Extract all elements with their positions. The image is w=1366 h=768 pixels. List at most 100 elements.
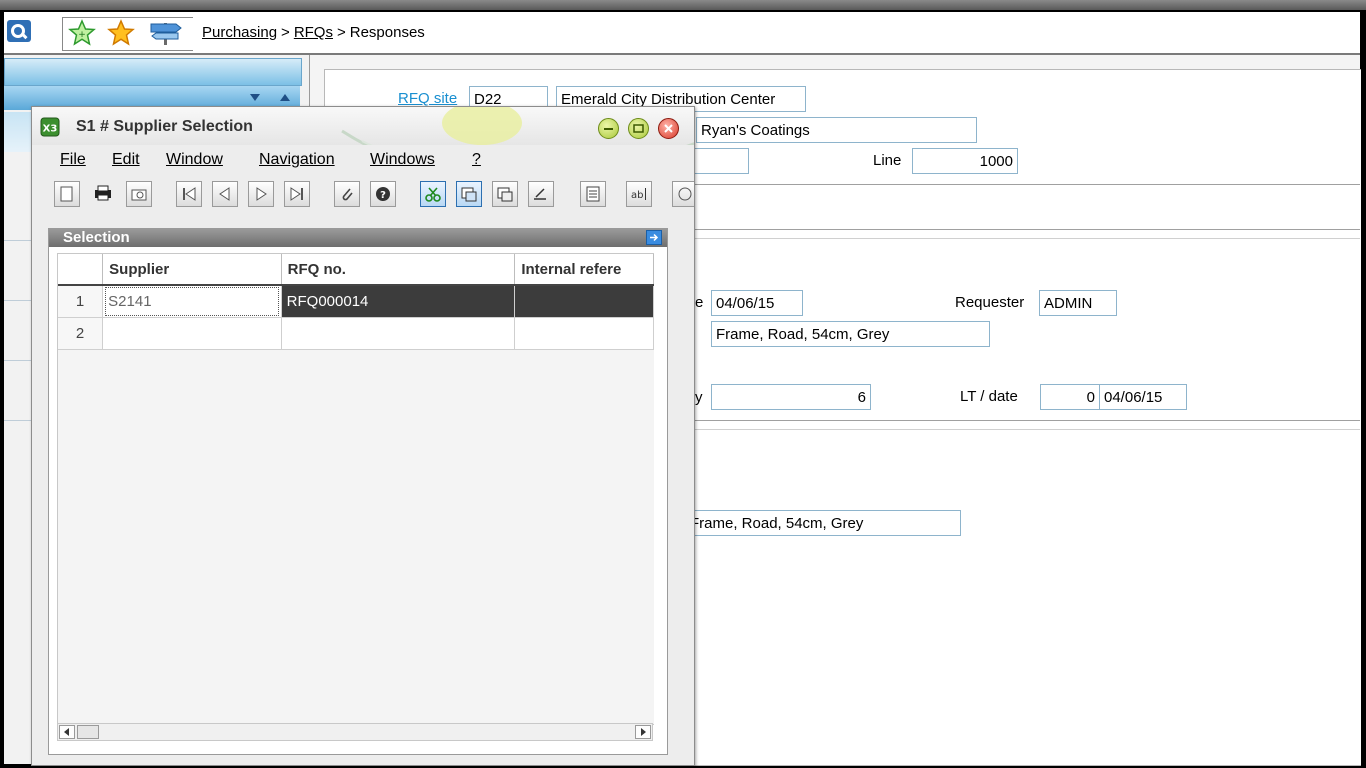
requester-field[interactable]: ADMIN [1039,290,1117,316]
header-supplier[interactable]: Supplier [102,254,282,286]
selection-panel-title: Selection [63,229,130,246]
internal-reference-cell[interactable] [514,285,654,318]
table-row[interactable]: 1 S2141 RFQ000014 [58,285,654,318]
cascade-window-button[interactable] [492,181,518,207]
breadcrumb: Purchasing > RFQs > Responses [202,24,425,41]
supplier-name-field: Ryan's Coatings [696,117,977,143]
more-tools-button[interactable] [672,181,694,207]
paperclip-icon [342,188,353,201]
text-field-button[interactable]: ab [626,181,652,207]
row-number: 1 [58,285,104,318]
top-decorative-strip [0,0,1366,10]
selection-panel: Selection Supplier RFQ no. Internal refe… [48,228,668,755]
breadcrumb-current: Responses [349,24,425,41]
header-row-number [58,254,104,286]
internal-reference-cell[interactable] [514,317,654,350]
maximize-icon [633,124,644,133]
print-button[interactable] [90,181,116,207]
minimize-button[interactable] [598,118,619,139]
next-record-button[interactable] [248,181,274,207]
header-rfq-no[interactable]: RFQ no. [281,254,516,286]
nav-divider [4,360,34,361]
table-header-row: Supplier RFQ no. Internal refere [58,254,654,286]
last-record-button[interactable] [284,181,310,207]
rfq-number-field[interactable] [688,148,749,174]
print-preview-button[interactable] [126,181,152,207]
supplier-table: Supplier RFQ no. Internal refere 1 S2141… [58,254,654,350]
quantity-field[interactable]: 6 [711,384,871,410]
supplier-cell[interactable] [102,317,282,350]
scroll-left-icon [64,728,69,736]
printer-icon [95,185,111,201]
nav-divider [4,300,34,301]
lead-time-field[interactable]: 0 [1040,384,1100,410]
dialog-title-bar[interactable]: X3 S1 # Supplier Selection [32,107,694,145]
close-button[interactable] [658,118,679,139]
scroll-left-button[interactable] [59,725,75,739]
breadcrumb-purchasing[interactable]: Purchasing [202,24,277,41]
previous-record-icon [219,187,230,201]
row-number: 2 [58,317,104,350]
collapse-arrows-icon[interactable] [250,92,298,107]
menu-help[interactable]: ? [472,151,481,169]
scroll-right-button[interactable] [635,725,651,739]
date-label: e [695,294,704,311]
dialog-menu-bar: File Edit Window Navigation Windows ? [32,145,694,175]
header-internal-reference[interactable]: Internal refere [514,254,654,286]
supplier-selection-dialog: X3 S1 # Supplier Selection File Edit Win… [31,106,695,766]
close-icon [664,124,673,133]
menu-file[interactable]: File [60,151,86,169]
line-field[interactable]: 1000 [912,148,1018,174]
maximize-button[interactable] [628,118,649,139]
panel-collapse-button[interactable] [646,230,662,245]
selection-scissors-icon [425,187,441,202]
help-button[interactable]: ? [370,181,396,207]
horizontal-scrollbar[interactable] [57,723,653,741]
favorites-star-icon[interactable] [107,19,135,47]
section-divider [688,420,1360,421]
lead-time-date-field[interactable]: 04/06/15 [1099,384,1187,410]
menu-edit[interactable]: Edit [112,151,140,169]
report-button[interactable] [580,181,606,207]
table-row[interactable]: 2 [58,317,654,350]
first-record-icon [183,187,196,201]
app-logo-icon[interactable] [6,19,32,43]
menu-window[interactable]: Window [166,151,223,169]
sign-button[interactable] [528,181,554,207]
supplier-cell[interactable]: S2141 [102,285,282,318]
previous-record-button[interactable] [212,181,238,207]
first-record-button[interactable] [176,181,202,207]
screen: + Purchasing > RFQs > Responses RFQ site D22… [0,0,1366,768]
panel-arrow-icon [650,233,659,242]
new-document-icon [60,186,73,202]
date-field[interactable]: 04/06/15 [711,290,803,316]
dialog-title: S1 # Supplier Selection [76,118,253,135]
menu-windows[interactable]: Windows [370,151,435,169]
help-icon: ? [376,187,390,201]
quantity-label: y [695,389,703,406]
more-tools-icon [678,187,692,201]
attachment-button[interactable] [334,181,360,207]
section-divider [688,184,1360,185]
window-mode-icon [461,187,477,202]
signpost-icon[interactable] [148,19,182,47]
svg-text:X3: X3 [43,124,58,135]
rfq-no-cell[interactable] [281,317,516,350]
selection-tool-button[interactable] [420,181,446,207]
new-record-button[interactable] [54,181,80,207]
minimize-icon [604,128,613,130]
next-record-icon [256,187,267,201]
rfq-site-label[interactable]: RFQ site [398,90,457,107]
window-mode-button[interactable] [456,181,482,207]
svg-text:?: ? [380,190,386,201]
svg-text:+: + [78,30,86,40]
last-record-icon [290,187,303,201]
breadcrumb-rfqs[interactable]: RFQs [294,24,333,41]
cascade-window-icon [497,187,513,202]
dialog-toolbar: ? ab [32,177,694,213]
rfq-no-cell[interactable]: RFQ000014 [281,285,516,318]
menu-navigation[interactable]: Navigation [259,151,335,169]
scroll-thumb[interactable] [77,725,99,739]
add-favorite-icon[interactable]: + [68,19,96,47]
supplier-grid: Supplier RFQ no. Internal refere 1 S2141… [57,253,654,725]
